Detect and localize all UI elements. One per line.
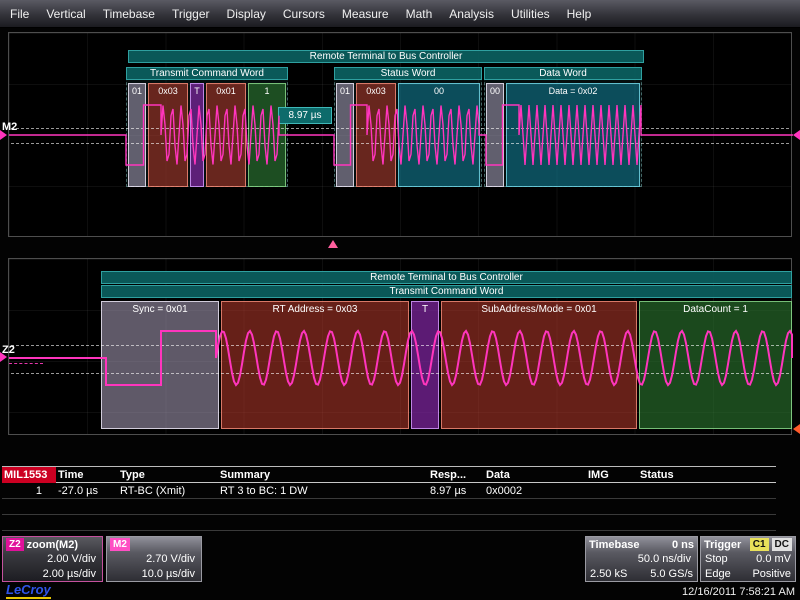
timebase-offset: 0 ns bbox=[672, 539, 694, 551]
menu-cursors[interactable]: Cursors bbox=[283, 7, 325, 21]
col-resp: Resp... bbox=[428, 469, 484, 481]
decode-section-command-title: Transmit Command Word bbox=[126, 67, 288, 80]
trigger-level: 0.0 mV bbox=[756, 552, 791, 567]
decode-field-sync: Sync = 0x01 bbox=[101, 301, 219, 429]
mil1553-tag: MIL1553 bbox=[2, 467, 56, 483]
col-summary: Summary bbox=[218, 469, 428, 481]
menu-timebase[interactable]: Timebase bbox=[103, 7, 155, 21]
timebase-descriptor-box[interactable]: Timebase 0 ns 50.0 ns/div 2.50 kS 5.0 GS… bbox=[585, 536, 698, 582]
zoom-word-title: Transmit Command Word bbox=[101, 285, 792, 298]
decode-field-cmd-count: 1 bbox=[248, 83, 286, 187]
row-type: RT-BC (Xmit) bbox=[118, 485, 218, 497]
trigger-kind: Edge bbox=[705, 567, 731, 582]
col-img: IMG bbox=[586, 469, 638, 481]
col-data: Data bbox=[484, 469, 586, 481]
m2-right-edge-marker bbox=[793, 130, 800, 140]
col-status: Status bbox=[638, 469, 776, 481]
decode-field-status-sync: 01 bbox=[336, 83, 354, 187]
menu-file[interactable]: File bbox=[10, 7, 29, 21]
menu-bar: File Vertical Timebase Trigger Display C… bbox=[0, 0, 800, 28]
menu-analysis[interactable]: Analysis bbox=[449, 7, 494, 21]
timebase-title: Timebase bbox=[589, 539, 640, 551]
decode-frame-title: Remote Terminal to Bus Controller bbox=[128, 50, 644, 63]
cursor-line-lower-high bbox=[11, 345, 789, 346]
cursor-line-upper-high bbox=[11, 128, 789, 129]
trigger-time-marker bbox=[793, 424, 800, 434]
decode-field-status-bits: 00 bbox=[398, 83, 480, 187]
z2-tdiv: 2.00 µs/div bbox=[3, 567, 102, 582]
decode-field-datacount: DataCount = 1 bbox=[639, 301, 792, 429]
menu-measure[interactable]: Measure bbox=[342, 7, 389, 21]
menu-help[interactable]: Help bbox=[567, 7, 592, 21]
cursor-line-lower-low bbox=[11, 373, 789, 374]
decode-field-cmd-sync: 01 bbox=[128, 83, 146, 187]
row-resp: 8.97 µs bbox=[428, 485, 484, 497]
menu-trigger[interactable]: Trigger bbox=[172, 7, 210, 21]
z2-trace-level-marker[interactable] bbox=[0, 352, 7, 362]
trigger-descriptor-box[interactable]: Trigger C1 DC Stop 0.0 mV Edge Positive bbox=[700, 536, 796, 582]
menu-display[interactable]: Display bbox=[227, 7, 266, 21]
z2-title: zoom(M2) bbox=[27, 539, 78, 551]
row-time: -27.0 µs bbox=[56, 485, 118, 497]
m2-channel-tag: M2 bbox=[110, 538, 130, 551]
decode-field-cmd-rtaddr: 0x03 bbox=[148, 83, 188, 187]
table-row[interactable]: 1 -27.0 µs RT-BC (Xmit) RT 3 to BC: 1 DW… bbox=[2, 483, 776, 499]
m2-vdiv: 2.70 V/div bbox=[107, 552, 201, 567]
m2-trace-level-marker[interactable] bbox=[0, 130, 7, 140]
row-index: 1 bbox=[2, 485, 56, 497]
decode-field-data-sync: 00 bbox=[486, 83, 504, 187]
z2-channel-tag: Z2 bbox=[6, 538, 24, 551]
trigger-source-tag: C1 bbox=[750, 538, 769, 551]
decode-field-cmd-subaddr: 0x01 bbox=[206, 83, 246, 187]
lecroy-logo: LeCroy bbox=[6, 583, 51, 599]
decode-section-status-title: Status Word bbox=[334, 67, 482, 80]
table-row-empty bbox=[2, 499, 776, 515]
decode-table-header: MIL1553 Time Type Summary Resp... Data I… bbox=[2, 467, 776, 483]
decode-field-status-rtaddr: 0x03 bbox=[356, 83, 396, 187]
z2-vdiv: 2.00 V/div bbox=[3, 552, 102, 567]
decode-field-rtaddr: RT Address = 0x03 bbox=[221, 301, 409, 429]
timebase-samples: 2.50 kS bbox=[590, 567, 627, 582]
trigger-slope: Positive bbox=[752, 567, 791, 582]
table-row-empty bbox=[2, 515, 776, 531]
lower-zoom-grid[interactable]: Remote Terminal to Bus Controller Transm… bbox=[8, 258, 792, 435]
trigger-coupling-tag: DC bbox=[772, 538, 792, 551]
upper-waveform-grid[interactable]: Remote Terminal to Bus Controller Transm… bbox=[8, 32, 792, 237]
decode-section-data-title: Data Word bbox=[484, 67, 642, 80]
trigger-mode: Stop bbox=[705, 552, 728, 567]
trigger-position-marker[interactable] bbox=[328, 240, 338, 248]
oscilloscope-screen: File Vertical Timebase Trigger Display C… bbox=[0, 0, 800, 600]
cursor-line-upper-low bbox=[11, 143, 789, 144]
menu-utilities[interactable]: Utilities bbox=[511, 7, 550, 21]
trigger-title: Trigger bbox=[704, 539, 741, 551]
decode-field-cmd-tr: T bbox=[190, 83, 204, 187]
datetime-display: 12/16/2011 7:58:21 AM bbox=[682, 586, 795, 598]
m2-tdiv: 10.0 µs/div bbox=[107, 567, 201, 582]
response-time-tag: 8.97 µs bbox=[278, 107, 332, 124]
menu-vertical[interactable]: Vertical bbox=[46, 7, 85, 21]
zoom-frame-title: Remote Terminal to Bus Controller bbox=[101, 271, 792, 284]
row-data: 0x0002 bbox=[484, 485, 586, 497]
col-type: Type bbox=[118, 469, 218, 481]
menu-math[interactable]: Math bbox=[406, 7, 433, 21]
col-time: Time bbox=[56, 469, 118, 481]
timebase-rate: 5.0 GS/s bbox=[650, 567, 693, 582]
z2-descriptor-box[interactable]: Z2 zoom(M2) 2.00 V/div 2.00 µs/div bbox=[2, 536, 103, 582]
row-summary: RT 3 to BC: 1 DW bbox=[218, 485, 428, 497]
m2-descriptor-box[interactable]: M2 2.70 V/div 10.0 µs/div bbox=[106, 536, 202, 582]
decode-field-tr: T bbox=[411, 301, 439, 429]
decode-field-subaddr: SubAddress/Mode = 0x01 bbox=[441, 301, 637, 429]
zoom-source-indicator bbox=[9, 363, 43, 364]
timebase-tdiv: 50.0 ns/div bbox=[586, 552, 697, 567]
decode-field-data-value: Data = 0x02 bbox=[506, 83, 640, 187]
decode-table: MIL1553 Time Type Summary Resp... Data I… bbox=[2, 466, 776, 531]
